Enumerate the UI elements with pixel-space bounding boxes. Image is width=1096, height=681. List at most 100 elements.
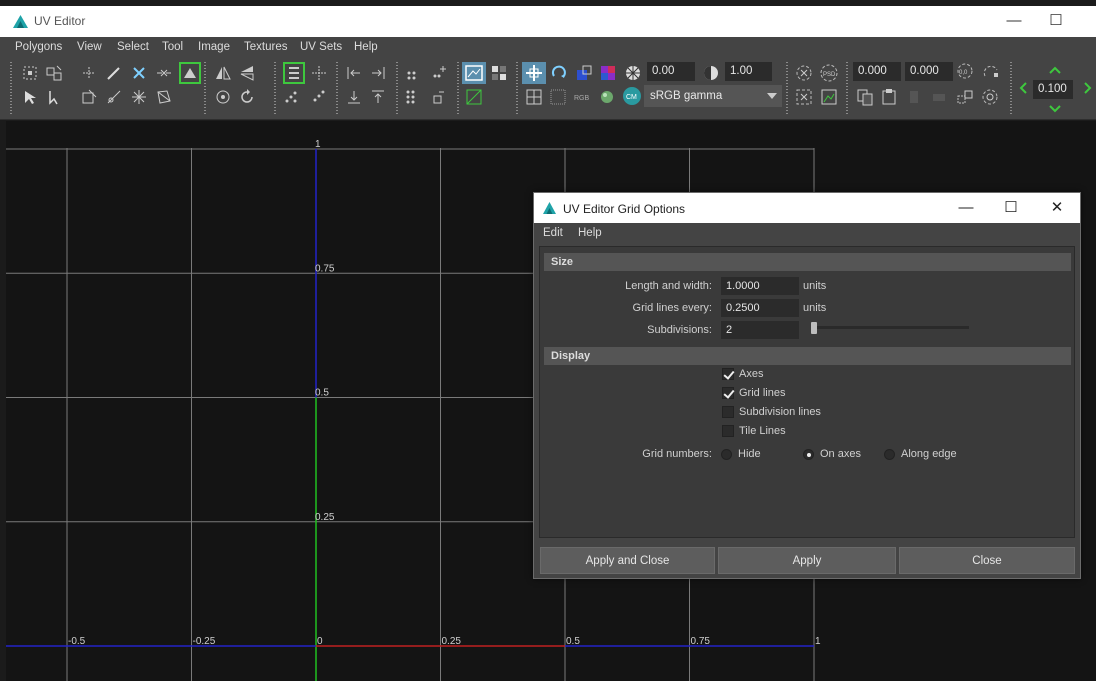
dialog-menu-edit[interactable]: Edit	[543, 227, 563, 239]
minimize-button[interactable]: —	[1004, 11, 1024, 31]
radio-hide[interactable]	[721, 449, 732, 460]
rotate-ccw-icon[interactable]	[214, 88, 232, 106]
length-width-input[interactable]: 1.0000	[721, 277, 799, 295]
shade-icon[interactable]	[575, 64, 593, 82]
gamma-field[interactable]: 1.00	[725, 62, 772, 81]
color-swatch-icon[interactable]	[599, 64, 617, 82]
v-value-field[interactable]: 0.000	[905, 62, 953, 81]
dialog-minimize-button[interactable]: —	[955, 198, 977, 218]
sew-icon[interactable]	[155, 64, 173, 82]
apply-and-close-button[interactable]: Apply and Close	[540, 547, 715, 574]
uv-lattice-icon[interactable]	[522, 62, 546, 84]
colorspace-dropdown[interactable]: sRGB gamma	[644, 85, 782, 107]
close-button[interactable]: Close	[899, 547, 1075, 574]
uv-shell-icon[interactable]	[45, 64, 63, 82]
align-bottom-icon[interactable]	[345, 88, 363, 106]
u-value-field[interactable]: 0.000	[853, 62, 901, 81]
snowflake-icon[interactable]	[130, 88, 148, 106]
paste-u-icon[interactable]	[905, 88, 923, 106]
grid-select-icon[interactable]	[21, 64, 39, 82]
select-tool-icon[interactable]	[21, 88, 39, 106]
dialog-menu-help[interactable]: Help	[578, 227, 602, 239]
rotate-icon[interactable]	[550, 64, 568, 82]
radio-along-edge[interactable]	[884, 449, 895, 460]
sphere-icon[interactable]	[598, 88, 616, 106]
dither-icon[interactable]	[549, 88, 567, 106]
subdivisions-input[interactable]: 2	[721, 321, 799, 339]
subdivisions-slider-track[interactable]	[815, 326, 969, 329]
window-title: UV Editor	[34, 14, 86, 28]
paste-icon[interactable]	[880, 88, 898, 106]
chevron-down-icon[interactable]	[1046, 99, 1064, 117]
chevron-left-icon[interactable]	[1015, 79, 1033, 97]
align-icon[interactable]	[283, 62, 305, 84]
distribute-right-icon[interactable]	[369, 64, 387, 82]
pixel-snap-icon[interactable]	[982, 62, 1000, 80]
menu-image[interactable]: Image	[198, 41, 230, 53]
chevron-right-icon[interactable]	[1078, 79, 1096, 97]
exposure-icon[interactable]	[624, 64, 642, 82]
maximize-button[interactable]: ☐	[1046, 11, 1066, 31]
frame-icon[interactable]	[430, 88, 448, 106]
menu-tool[interactable]: Tool	[162, 41, 183, 53]
menu-polygons[interactable]: Polygons	[15, 41, 62, 53]
grid-lines-every-input[interactable]: 0.2500	[721, 299, 799, 317]
color-management-icon[interactable]: CM	[622, 86, 642, 106]
menu-uv-sets[interactable]: UV Sets	[300, 41, 342, 53]
isolate-icon[interactable]	[795, 88, 813, 106]
checkbox-subdivision-lines[interactable]	[722, 406, 734, 418]
pin-icon[interactable]	[795, 64, 813, 82]
chevron-up-icon[interactable]	[1046, 62, 1064, 80]
lasso-icon[interactable]	[45, 88, 63, 106]
checkbox-axes[interactable]	[722, 368, 734, 380]
dialog-close-button[interactable]: ✕	[1046, 198, 1068, 218]
align-top-icon[interactable]	[369, 88, 387, 106]
toolbar-separator	[516, 62, 518, 114]
menu-view[interactable]: View	[77, 41, 102, 53]
psd-icon[interactable]: PSD	[820, 64, 838, 82]
target-icon[interactable]	[981, 88, 999, 106]
image-display-icon[interactable]	[462, 62, 486, 84]
brush-icon[interactable]	[105, 64, 123, 82]
dots-icon[interactable]	[404, 66, 422, 84]
dialog-maximize-button[interactable]: ☐	[1000, 198, 1022, 218]
gamma-icon[interactable]	[702, 64, 720, 82]
wireframe-grid-icon[interactable]	[525, 88, 543, 106]
flip-u-icon[interactable]	[214, 64, 232, 82]
close-x-icon[interactable]	[130, 64, 148, 82]
menu-help[interactable]: Help	[354, 41, 378, 53]
origin-icon[interactable]: 0,0	[956, 62, 974, 80]
checkbox-tile-lines[interactable]	[722, 425, 734, 437]
smudge-icon[interactable]	[105, 88, 123, 106]
move-sew-icon[interactable]	[179, 62, 201, 84]
paste-v-icon[interactable]	[930, 88, 948, 106]
grid-dots-icon[interactable]	[404, 88, 422, 106]
subdivisions-slider-handle[interactable]	[811, 322, 817, 334]
distribute-icon[interactable]	[310, 88, 328, 106]
menu-textures[interactable]: Textures	[244, 41, 287, 53]
cut-icon[interactable]	[80, 64, 98, 82]
image-icon[interactable]	[820, 88, 838, 106]
layout-icon[interactable]	[283, 88, 301, 106]
menu-select[interactable]: Select	[117, 41, 149, 53]
apply-button[interactable]: Apply	[718, 547, 896, 574]
step-field[interactable]: 0.100	[1033, 80, 1073, 99]
snap-icon[interactable]	[310, 64, 328, 82]
unfold-icon[interactable]	[155, 88, 173, 106]
copy-icon[interactable]	[856, 88, 874, 106]
radio-on-axes[interactable]	[803, 449, 814, 460]
distribute-left-icon[interactable]	[345, 64, 363, 82]
cycle-icon[interactable]	[956, 88, 974, 106]
checkbox-grid-lines[interactable]	[722, 387, 734, 399]
size-section-header[interactable]: Size	[544, 253, 1071, 271]
texture-border-icon[interactable]	[465, 88, 483, 106]
exposure-field[interactable]: 0.00	[647, 62, 695, 81]
flip-v-icon[interactable]	[238, 64, 256, 82]
checkbox-label: Grid lines	[739, 387, 786, 399]
checker-icon[interactable]	[490, 64, 508, 82]
add-dots-icon[interactable]	[430, 64, 448, 82]
display-section-header[interactable]: Display	[544, 347, 1071, 365]
normalize-icon[interactable]	[80, 88, 98, 106]
rotate-cw-icon[interactable]	[238, 88, 256, 106]
rgb-channel-icon[interactable]: RGB	[573, 88, 591, 106]
